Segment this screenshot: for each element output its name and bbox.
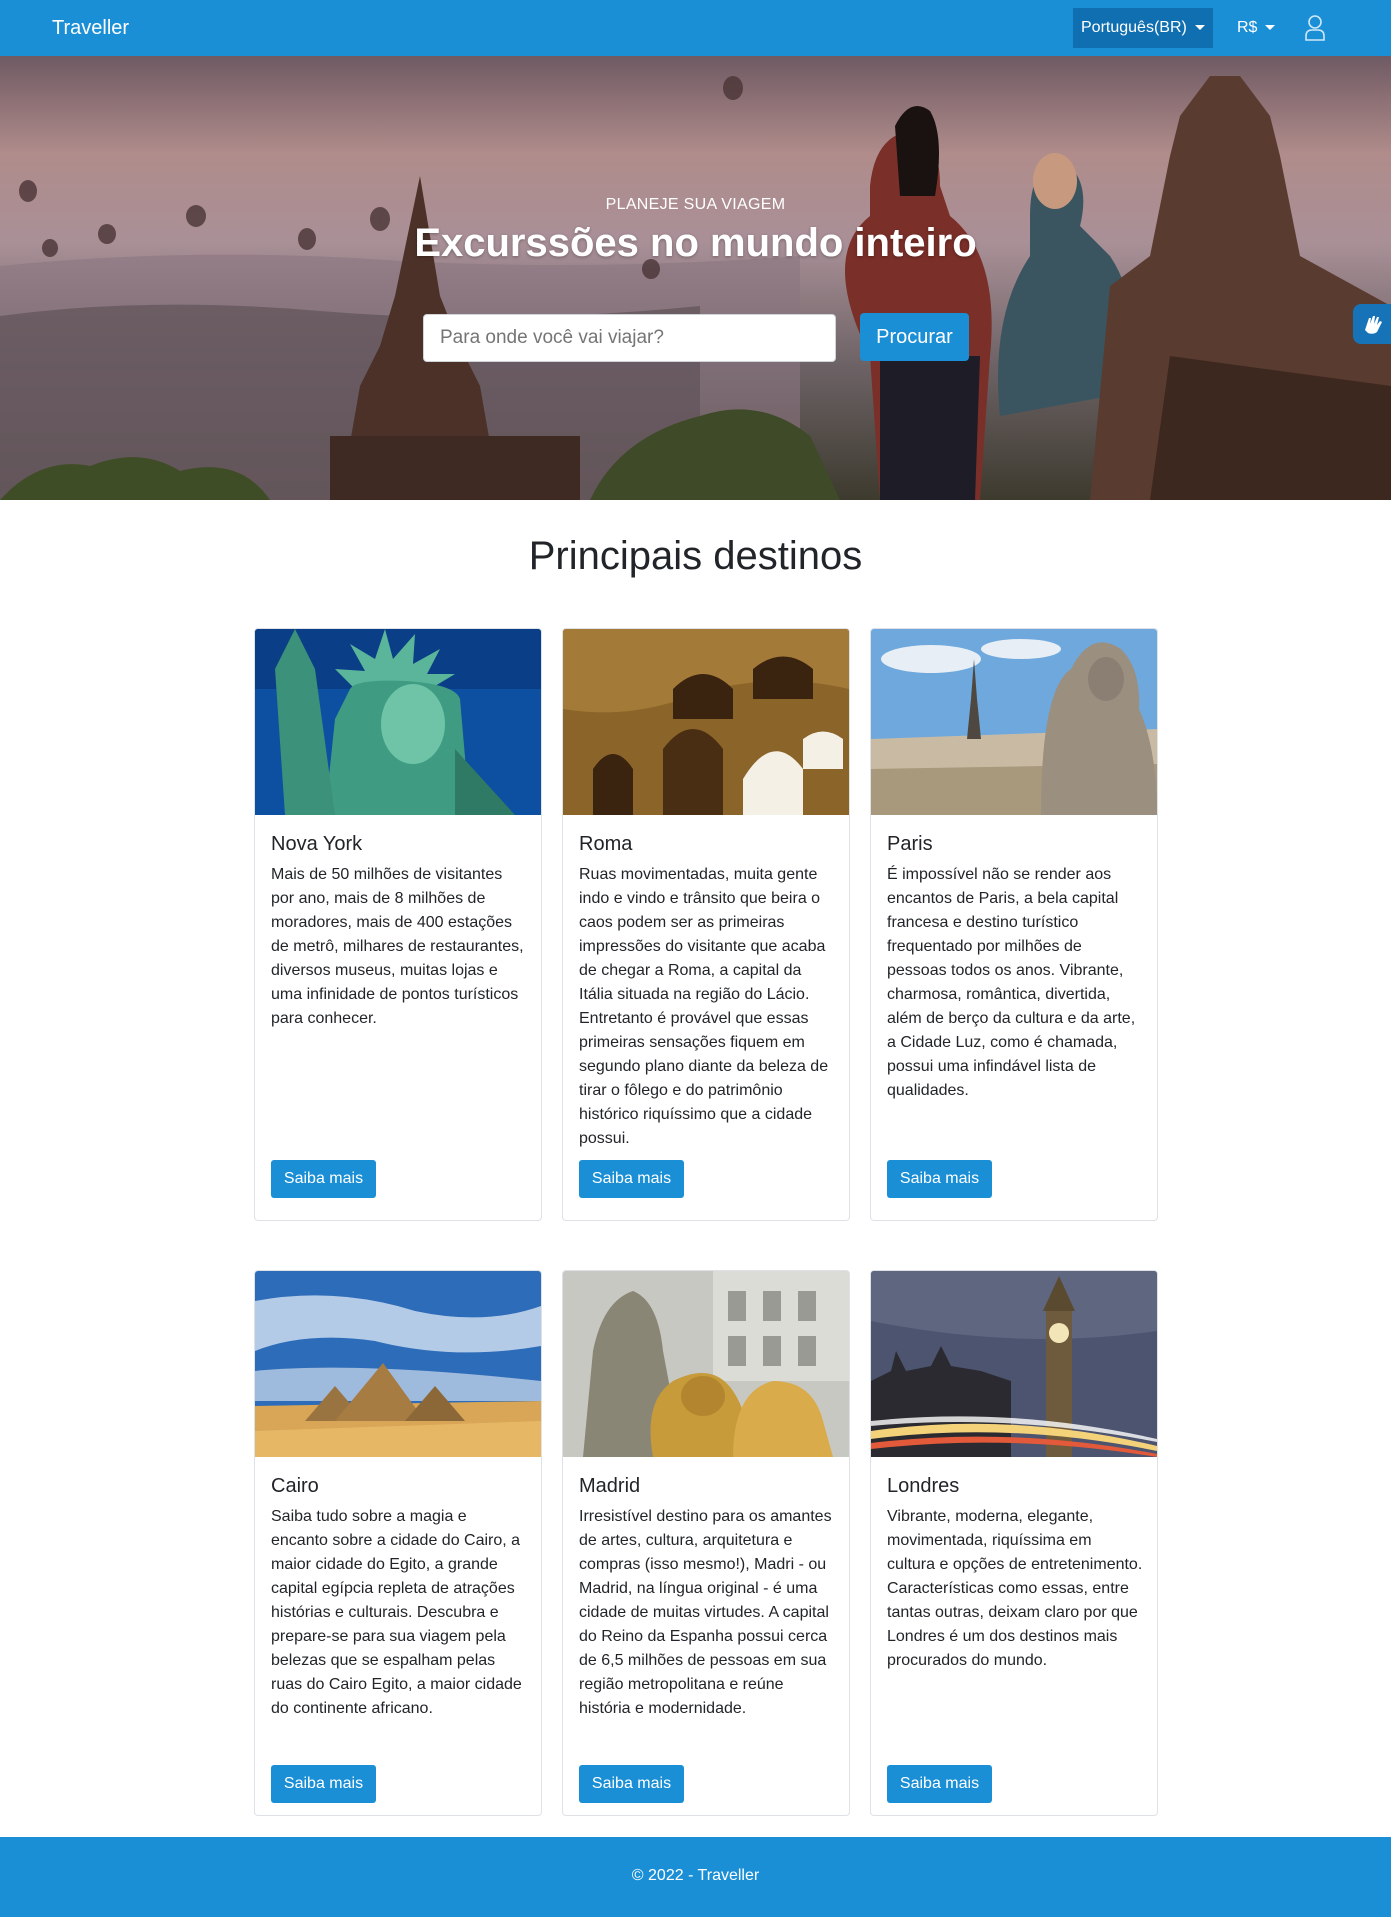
card-image-paris bbox=[871, 629, 1157, 815]
language-dropdown[interactable]: Português(BR) bbox=[1073, 8, 1213, 48]
card-title: Nova York bbox=[271, 833, 363, 855]
card-title: Cairo bbox=[271, 1475, 319, 1497]
destination-card-madrid: Madrid Irresistível destino para os aman… bbox=[562, 1270, 850, 1816]
destination-card-londres: Londres Vibrante, moderna, elegante, mov… bbox=[870, 1270, 1158, 1816]
learn-more-button-cairo[interactable]: Saiba mais bbox=[271, 1765, 376, 1803]
learn-more-button-paris[interactable]: Saiba mais bbox=[887, 1160, 992, 1198]
card-image-nova-york bbox=[255, 629, 541, 815]
card-title: Madrid bbox=[579, 1475, 641, 1497]
hand-sign-icon bbox=[1365, 316, 1382, 334]
brand-link[interactable]: Traveller bbox=[52, 15, 129, 41]
learn-more-button-londres[interactable]: Saiba mais bbox=[887, 1765, 992, 1803]
section-title: Principais destinos bbox=[528, 534, 863, 578]
footer-copyright: © 2022 - Traveller bbox=[631, 1867, 760, 1884]
card-image-roma bbox=[563, 629, 849, 815]
caret-down-icon bbox=[1265, 25, 1276, 31]
card-title: Paris bbox=[887, 833, 933, 855]
destination-card-roma: Roma Ruas movimentadas, muita gente indo… bbox=[562, 628, 850, 1221]
hero-banner: PLANEJE SUA VIAGEM Excurssões no mundo i… bbox=[0, 56, 1391, 500]
card-title: Roma bbox=[579, 833, 633, 855]
destination-card-nova-york: Nova York Mais de 50 milhões de visitant… bbox=[254, 628, 542, 1221]
hero-title: Excurssões no mundo inteiro bbox=[414, 221, 977, 265]
card-title: Londres bbox=[887, 1475, 960, 1497]
card-description: Vibrante, moderna, elegante, movimentada… bbox=[887, 1508, 1143, 1669]
destination-card-cairo: Cairo Saiba tudo sobre a magia e encanto… bbox=[254, 1270, 542, 1816]
language-label: Português(BR) bbox=[1081, 19, 1187, 36]
page-footer: © 2022 - Traveller bbox=[0, 1837, 1391, 1917]
learn-more-button-roma[interactable]: Saiba mais bbox=[579, 1160, 684, 1198]
card-image-cairo bbox=[255, 1271, 541, 1457]
user-icon[interactable] bbox=[1304, 14, 1326, 42]
card-description: Irresistível destino para os amantes de … bbox=[579, 1508, 832, 1717]
destination-card-paris: Paris É impossível não se render aos enc… bbox=[870, 628, 1158, 1221]
card-image-londres bbox=[871, 1271, 1157, 1457]
card-description: Saiba tudo sobre a magia e encanto sobre… bbox=[271, 1508, 522, 1717]
destination-search-input[interactable] bbox=[423, 314, 836, 362]
card-description: Ruas movimentadas, muita gente indo e vi… bbox=[579, 866, 829, 1147]
learn-more-button-madrid[interactable]: Saiba mais bbox=[579, 1765, 684, 1803]
top-navbar: Traveller Português(BR) R$ bbox=[0, 0, 1391, 56]
currency-label: R$ bbox=[1237, 19, 1258, 36]
hero-background-image bbox=[0, 76, 1391, 500]
search-button[interactable]: Procurar bbox=[860, 313, 969, 361]
accessibility-widget-button[interactable] bbox=[1353, 304, 1391, 344]
learn-more-button-nova-york[interactable]: Saiba mais bbox=[271, 1160, 376, 1198]
currency-dropdown[interactable]: R$ bbox=[1237, 8, 1297, 48]
hero-subtitle: PLANEJE SUA VIAGEM bbox=[605, 196, 786, 213]
card-description: Mais de 50 milhões de visitantes por ano… bbox=[271, 866, 524, 1027]
caret-down-icon bbox=[1194, 25, 1205, 31]
card-image-madrid bbox=[563, 1271, 849, 1457]
card-description: É impossível não se render aos encantos … bbox=[887, 866, 1136, 1099]
